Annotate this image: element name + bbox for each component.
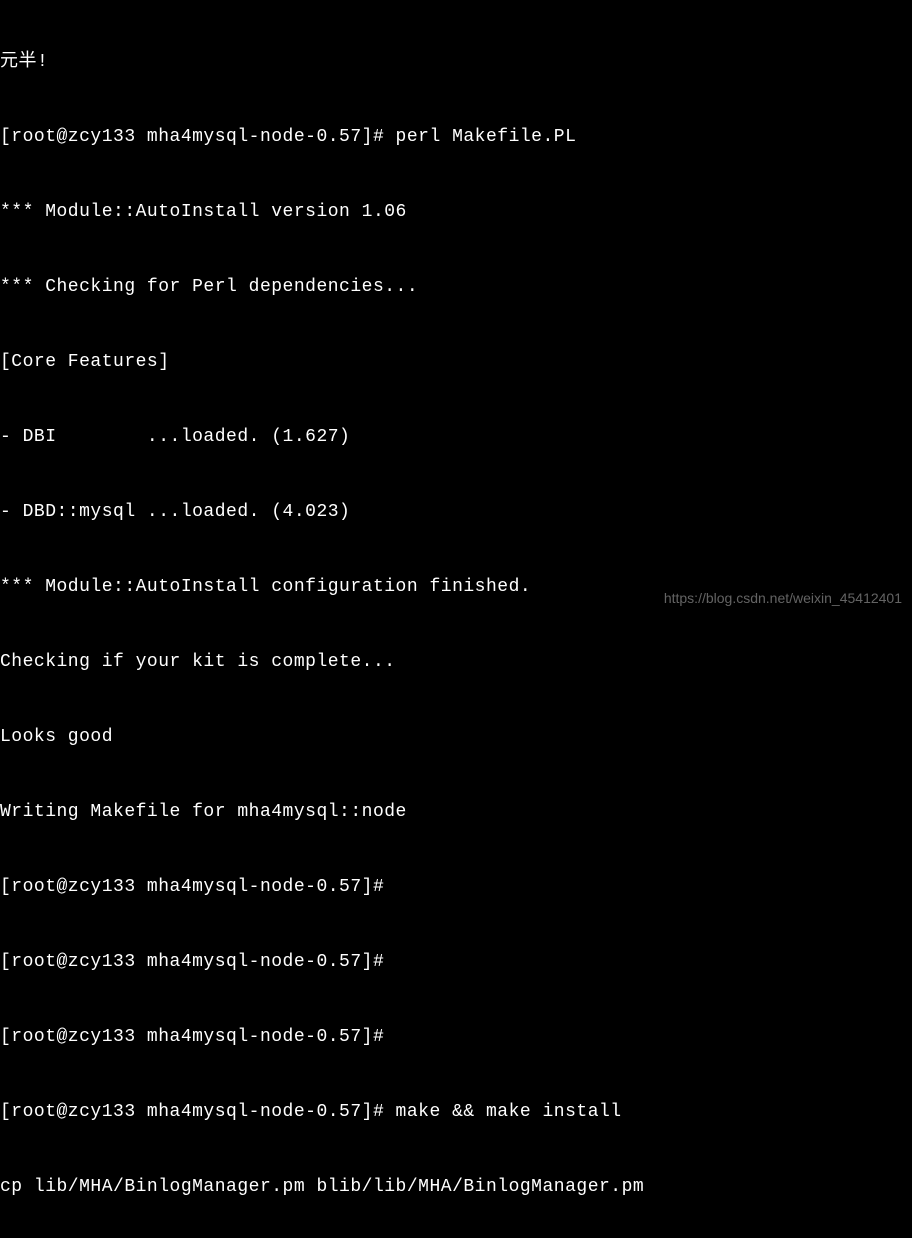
terminal-line: - DBI ...loaded. (1.627) bbox=[0, 425, 912, 450]
terminal-output[interactable]: 元半! [root@zcy133 mha4mysql-node-0.57]# p… bbox=[0, 0, 912, 1238]
terminal-line: Checking if your kit is complete... bbox=[0, 650, 912, 675]
terminal-line: [root@zcy133 mha4mysql-node-0.57]# bbox=[0, 875, 912, 900]
terminal-line: [root@zcy133 mha4mysql-node-0.57]# bbox=[0, 1025, 912, 1050]
terminal-line: [root@zcy133 mha4mysql-node-0.57]# bbox=[0, 950, 912, 975]
terminal-line: cp lib/MHA/BinlogManager.pm blib/lib/MHA… bbox=[0, 1175, 912, 1200]
terminal-line: *** Checking for Perl dependencies... bbox=[0, 275, 912, 300]
terminal-line: - DBD::mysql ...loaded. (4.023) bbox=[0, 500, 912, 525]
terminal-line: [root@zcy133 mha4mysql-node-0.57]# perl … bbox=[0, 125, 912, 150]
terminal-line: Looks good bbox=[0, 725, 912, 750]
terminal-line: *** Module::AutoInstall version 1.06 bbox=[0, 200, 912, 225]
watermark-text: https://blog.csdn.net/weixin_45412401 bbox=[664, 586, 902, 611]
terminal-line: [root@zcy133 mha4mysql-node-0.57]# make … bbox=[0, 1100, 912, 1125]
terminal-line: [Core Features] bbox=[0, 350, 912, 375]
terminal-line: 元半! bbox=[0, 50, 912, 75]
terminal-line: Writing Makefile for mha4mysql::node bbox=[0, 800, 912, 825]
